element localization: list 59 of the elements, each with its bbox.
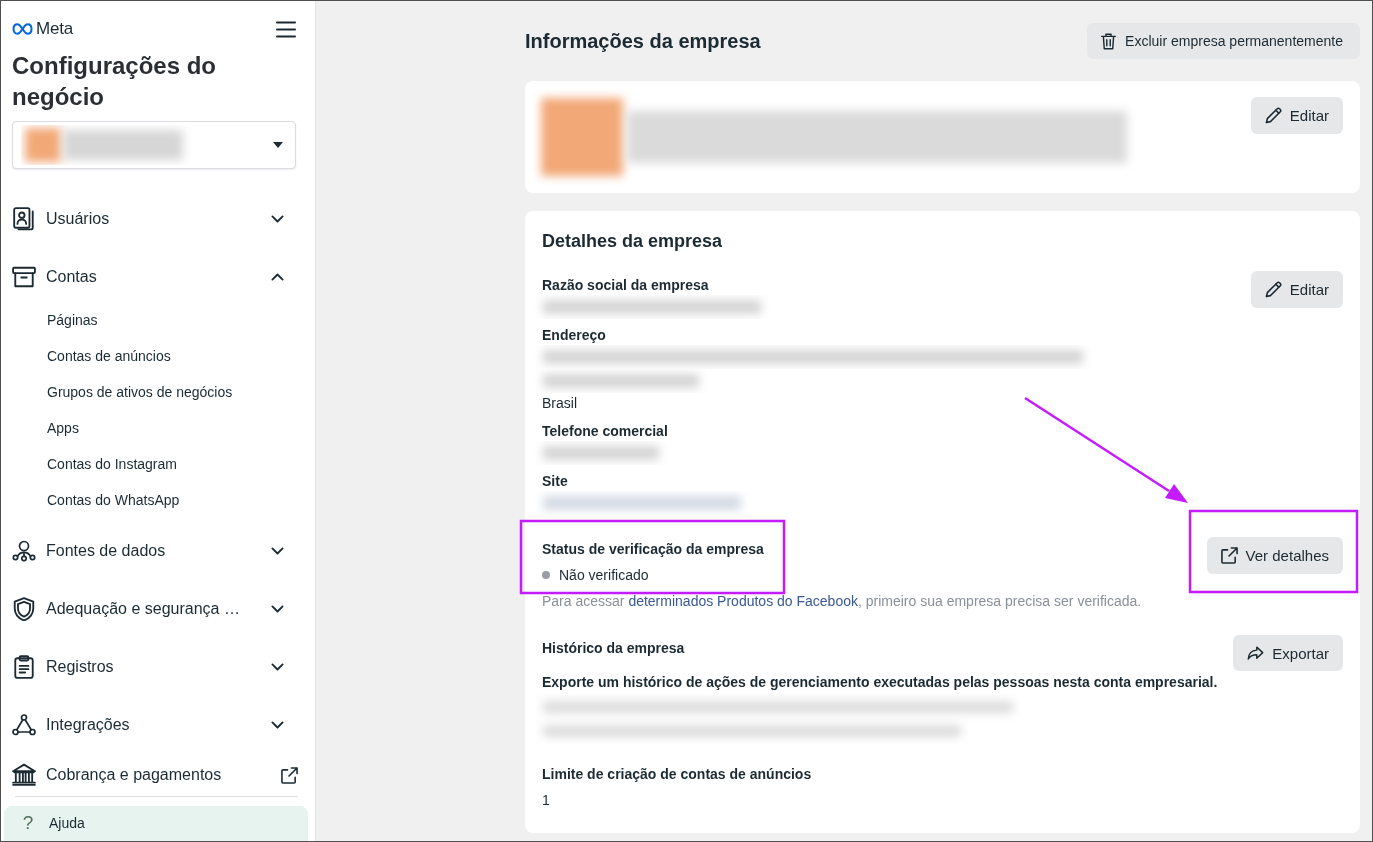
export-button[interactable]: Exportar [1233,635,1343,671]
nav-item[interactable]: Adequação e segurança … [46,600,261,618]
archive-box-icon [12,265,36,289]
chevron-down-icon[interactable] [271,663,284,671]
trash-icon [1100,32,1118,50]
help-icon: ? [21,812,35,835]
address-country: Brasil [542,394,578,412]
share-arrow-icon [1247,644,1265,662]
nav-subitem[interactable]: Grupos de ativos de negócios [47,384,233,400]
sidebar-title: Configurações do negócio [12,51,217,112]
nav-item[interactable]: Fontes de dados [46,542,261,560]
infinity-icon [12,23,33,35]
delete-business-button[interactable]: Excluir empresa permanentemente [1087,23,1360,59]
external-link-icon[interactable] [281,766,298,784]
field-value: 1 [542,791,551,810]
chevron-down-icon[interactable] [271,605,284,613]
chevron-down-icon[interactable] [271,547,284,555]
logo-text: Meta [36,19,73,39]
nav-subitem[interactable]: Contas do WhatsApp [47,492,180,508]
nav-subitem[interactable]: Apps [47,420,79,436]
field-label: Limite de criação de contas de anúncios [542,765,813,784]
nav-item[interactable]: Cobrança e pagamentos [46,766,271,784]
edit-button[interactable]: Editar [1250,97,1343,134]
chevron-down-icon[interactable] [271,721,284,729]
field-label: Status de verificação da empresa [542,540,764,559]
chevron-up-icon[interactable] [271,273,284,281]
status-text: Não verificado [559,566,649,585]
history-description: Exporte um histórico de ações de gerenciamento executadas pelas pessoas nesta conta empresarial. [542,673,1219,692]
triangle-nodes-icon [12,713,36,737]
facebook-products-link[interactable]: determinados Produtos do Facebook [628,593,858,609]
verification-note: Para acessar determinados Produtos do Facebook, primeiro sua empresa precisa ser verificada. [542,592,1143,611]
field-label: Site [542,472,569,491]
connected-nodes-icon [12,539,36,563]
view-details-button[interactable]: Ver detalhes [1206,537,1343,574]
field-label: Endereço [542,326,607,345]
bank-building-icon [12,763,36,787]
edit-button[interactable]: Editar [1250,271,1343,308]
nav-subitem[interactable]: Páginas [47,312,98,328]
clipboard-icon [12,655,36,679]
pencil-icon [1264,281,1282,298]
external-link-icon [1220,547,1238,564]
section-title: Detalhes da empresa [542,230,724,253]
nav-subitem[interactable]: Contas de anúncios [47,348,171,364]
nav-item[interactable]: Contas [46,268,261,286]
chevron-down-icon[interactable] [271,215,284,223]
help-item[interactable]: ? Ajuda [4,805,308,841]
nav-subitem[interactable]: Contas do Instagram [47,456,177,472]
field-label: Telefone comercial [542,422,669,441]
contact-card-icon [12,207,36,231]
pencil-icon [1264,107,1282,124]
caret-down-icon [273,142,283,148]
menu-icon[interactable] [276,20,296,38]
nav-item[interactable]: Registros [46,658,261,676]
field-label: Razão social da empresa [542,276,710,295]
shield-icon [12,597,36,621]
field-label: Histórico da empresa [542,639,685,658]
nav-item[interactable]: Integrações [46,716,261,734]
page-title: Informações da empresa [525,29,761,53]
nav-item[interactable]: Usuários [46,210,261,228]
